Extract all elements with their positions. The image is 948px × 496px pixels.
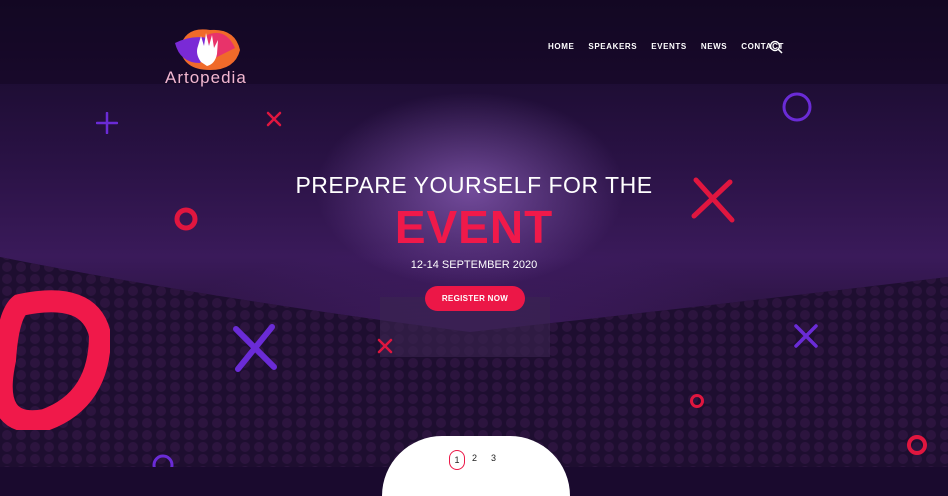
nav-home[interactable]: HOME: [548, 42, 574, 51]
nav-news[interactable]: NEWS: [701, 42, 727, 51]
crowd-silhouette: [0, 257, 948, 467]
decor-ring-icon: [907, 435, 927, 455]
decor-ring-icon: [152, 454, 174, 467]
top-bar: [0, 0, 948, 84]
decor-ring-icon: [174, 207, 198, 231]
nav-speakers[interactable]: SPEAKERS: [588, 42, 637, 51]
decor-ring-icon: [690, 394, 704, 408]
decor-cross-icon: [794, 324, 818, 348]
decor-cross-icon: [266, 111, 282, 127]
brand-name[interactable]: Artopedia: [165, 68, 247, 88]
slider-pagination: [382, 436, 570, 496]
page-2-button[interactable]: 2: [472, 453, 477, 463]
register-button[interactable]: REGISTER NOW: [425, 286, 525, 311]
decor-cross-icon: [233, 324, 277, 372]
search-icon[interactable]: [769, 40, 783, 54]
page-3-button[interactable]: 3: [491, 453, 496, 463]
main-nav: HOME SPEAKERS EVENTS NEWS CONTACT: [548, 42, 798, 51]
page-1-button[interactable]: 1: [449, 450, 465, 470]
decor-ring-icon: [782, 92, 812, 122]
decor-cross-icon: [96, 112, 118, 134]
event-date: 12-14 SEPTEMBER 2020: [410, 259, 538, 271]
decor-cross-icon: [377, 338, 393, 354]
decor-cross-icon: [691, 177, 735, 223]
hero-title-line1: PREPARE YOURSELF FOR THE: [295, 172, 653, 198]
decor-ring-icon: [0, 290, 110, 430]
nav-events[interactable]: EVENTS: [651, 42, 687, 51]
hero-title-line2: EVENT: [394, 201, 554, 253]
